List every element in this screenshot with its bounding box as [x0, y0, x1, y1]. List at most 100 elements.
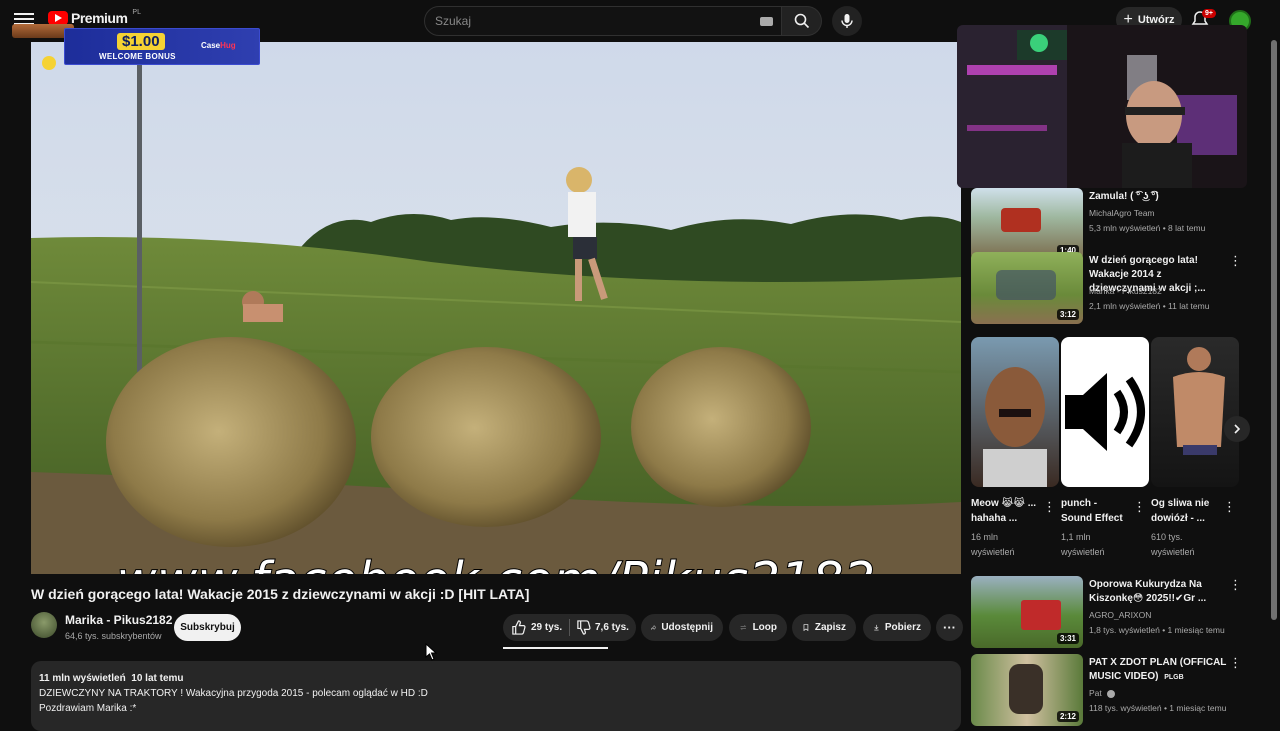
bonus-brand: CaseHug: [201, 41, 236, 50]
like-ratio-bar: [503, 647, 608, 649]
voice-search-button[interactable]: [832, 6, 862, 36]
video-title[interactable]: Zamula! ( ͡° ͜ʖ ͡°): [1089, 190, 1227, 204]
video-title[interactable]: PAT X ZDOT PLAN (OFFICAL MUSIC VIDEO) PL…: [1089, 656, 1227, 685]
video-title[interactable]: Oporowa Kukurydza Na Kiszonkę😳 2025!!✔Gr…: [1089, 578, 1227, 606]
description-line-1: DZIEWCZYNY NA TRAKTORY ! Wakacyjna przyg…: [39, 688, 428, 699]
short-thumbnail[interactable]: [1061, 337, 1149, 487]
loop-button[interactable]: Loop: [729, 614, 787, 641]
more-actions-button[interactable]: ···: [936, 614, 963, 641]
download-icon: [874, 624, 879, 631]
view-count: 11 mln wyświetleń: [39, 673, 126, 684]
video-player[interactable]: www.facebook.com/Pikus2182: [31, 42, 961, 574]
scrollbar-thumb[interactable]: [1271, 40, 1277, 620]
microphone-icon: [841, 14, 853, 28]
video-frame: [31, 42, 961, 574]
video-duration: 3:31: [1056, 633, 1079, 644]
channel-avatar[interactable]: [31, 612, 57, 638]
bonus-brand-a: Case: [201, 41, 221, 50]
bonus-brand-b: Hug: [220, 41, 236, 50]
description-line-2: Pozdrawiam Marika :*: [39, 703, 137, 714]
webcam-frame: [957, 25, 1247, 188]
channel-name[interactable]: Pat: [1089, 688, 1116, 698]
short-title[interactable]: punch - Sound Effect: [1061, 496, 1129, 526]
coin-graphic: [42, 56, 56, 70]
bonus-text: WELCOME BONUS: [99, 52, 176, 61]
keyboard-icon[interactable]: [760, 17, 773, 26]
channel-name[interactable]: AGRO_ARIXON: [1089, 610, 1151, 620]
download-label: Pobierz: [884, 622, 921, 633]
channel-name[interactable]: Marika - Pikus2182: [1089, 286, 1162, 296]
share-label: Udostępnij: [661, 622, 713, 633]
save-button[interactable]: Zapisz: [792, 614, 856, 641]
loop-label: Loop: [752, 622, 777, 633]
dislike-count: 7,6 tys.: [595, 622, 629, 633]
bookmark-icon: [803, 624, 809, 632]
description-box[interactable]: 11 mln wyświetleń 10 lat temu DZIEWCZYNY…: [31, 661, 961, 731]
thumbs-up-icon: [512, 620, 526, 635]
like-count: 29 tys.: [531, 622, 563, 633]
upload-age: 10 lat temu: [131, 673, 184, 684]
short-thumbnail[interactable]: [1151, 337, 1239, 487]
streamer-webcam-overlay: [957, 25, 1247, 188]
recommendation-item[interactable]: 3:31 Oporowa Kukurydza Na Kiszonkę😳 2025…: [971, 576, 1261, 652]
like-button[interactable]: 29 tys.: [503, 614, 569, 641]
subscribe-button[interactable]: Subskrybuj: [174, 614, 241, 641]
channel-name[interactable]: MichalAgro Team: [1089, 208, 1155, 218]
chevron-right-icon: [1234, 424, 1241, 434]
search-input[interactable]: [435, 14, 735, 28]
more-options-icon[interactable]: ⋮: [1223, 499, 1236, 515]
loop-icon: [740, 625, 747, 630]
short-views: 610 tys. wyświetleń: [1151, 532, 1195, 557]
logo-text: Premium: [71, 10, 128, 26]
search-box: [424, 6, 782, 36]
share-icon: [651, 624, 657, 631]
short-title[interactable]: Og sliwa nie dowiózł - ...: [1151, 496, 1219, 526]
shorts-next-button[interactable]: [1224, 416, 1250, 442]
more-options-icon[interactable]: ⋮: [1229, 578, 1242, 592]
recommendation-item[interactable]: 3:12 W dzień gorącego lata! Wakacje 2014…: [971, 252, 1261, 328]
dislike-button[interactable]: 7,6 tys.: [572, 614, 636, 641]
search-button[interactable]: [782, 6, 822, 36]
video-duration: 2:12: [1056, 711, 1079, 722]
subscriber-count: 64,6 tys. subskrybentów: [65, 631, 162, 641]
short-image: [1173, 347, 1225, 455]
video-meta: 118 tys. wyświetleń • 1 miesiąc temu: [1089, 703, 1227, 713]
video-meta: 2,1 mln wyświetleń • 11 lat temu: [1089, 301, 1210, 311]
video-thumbnail[interactable]: 3:31: [971, 576, 1083, 648]
bonus-amount: $1.00: [117, 33, 165, 50]
channel-name-text: Pat: [1089, 688, 1102, 698]
channel-name[interactable]: Marika - Pikus2182: [65, 613, 172, 627]
youtube-play-icon: [48, 11, 68, 25]
short-title[interactable]: Meow 😹😹 ... hahaha ...: [971, 496, 1039, 526]
notification-count-badge: 9+: [1202, 9, 1216, 18]
download-button[interactable]: Pobierz: [863, 614, 931, 641]
country-code: PL: [132, 8, 141, 16]
search-icon: [794, 13, 809, 29]
short-image: [983, 367, 1047, 487]
video-title-text: PAT X ZDOT PLAN (OFFICAL MUSIC VIDEO): [1089, 657, 1227, 682]
video-meta: 5,3 mln wyświetleń • 8 lat temu: [1089, 223, 1206, 233]
welcome-bonus-banner[interactable]: $1.00 WELCOME BONUS CaseHug: [64, 28, 260, 65]
scrollbar[interactable]: [1271, 40, 1277, 620]
recommendation-item[interactable]: 2:12 PAT X ZDOT PLAN (OFFICAL MUSIC VIDE…: [971, 654, 1261, 730]
more-options-icon[interactable]: ⋮: [1229, 254, 1242, 268]
video-title: W dzień gorącego lata! Wakacje 2015 z dz…: [31, 586, 530, 602]
video-duration: 3:12: [1056, 309, 1079, 320]
video-thumbnail[interactable]: 1:40: [971, 188, 1083, 260]
more-options-icon[interactable]: ⋮: [1043, 499, 1056, 515]
mouse-cursor-icon: [425, 643, 437, 661]
title-badge: PLGB: [1164, 674, 1184, 681]
speaker-icon: [1065, 373, 1145, 451]
share-button[interactable]: Udostępnij: [641, 614, 723, 641]
thumbs-down-icon: [577, 620, 591, 635]
short-thumbnail[interactable]: [971, 337, 1059, 487]
video-meta: 1,8 tys. wyświetleń • 1 miesiąc temu: [1089, 625, 1225, 635]
video-thumbnail[interactable]: 2:12: [971, 654, 1083, 726]
video-watermark-text: www.facebook.com/Pikus2182: [31, 551, 961, 574]
video-thumbnail[interactable]: 3:12: [971, 252, 1083, 324]
verified-icon: [1107, 689, 1116, 698]
more-options-icon[interactable]: ⋮: [1133, 499, 1146, 515]
save-label: Zapisz: [814, 622, 846, 633]
like-separator: [569, 619, 570, 636]
more-options-icon[interactable]: ⋮: [1229, 656, 1242, 670]
